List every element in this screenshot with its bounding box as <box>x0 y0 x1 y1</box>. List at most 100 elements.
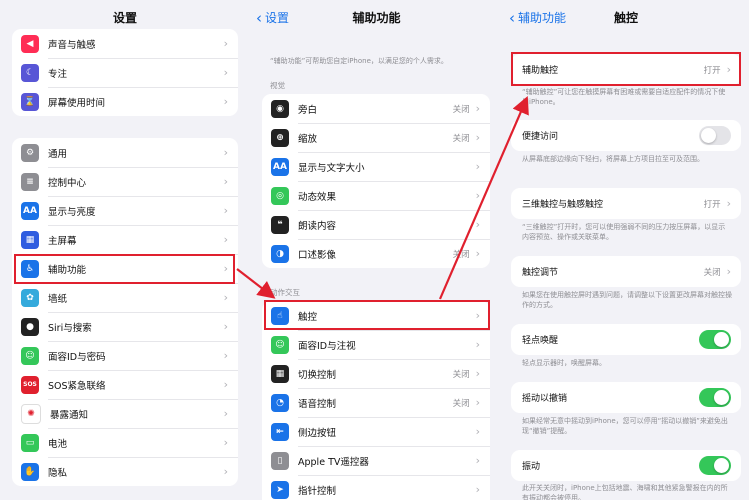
audio-description-icon: ◑ <box>271 244 289 263</box>
voice-control-icon: ◔ <box>271 393 289 412</box>
side-button-icon: ⇤ <box>271 422 289 441</box>
list-item[interactable]: ● Siri与搜索 › <box>12 312 238 341</box>
chevron-right-icon: › <box>223 66 228 79</box>
list-item-label: 旁白 <box>298 104 318 116</box>
chevron-right-icon: › <box>726 265 731 278</box>
list-item-label: 暴露通知 <box>50 409 89 421</box>
list-item[interactable]: ❝ 朗读内容 › <box>262 210 490 239</box>
page-title: 辅助功能 <box>352 11 401 25</box>
nav-bar: ‹ 设置 辅助功能 <box>250 0 503 34</box>
hourglass-icon: ⌛ <box>21 92 39 111</box>
chevron-right-icon: › <box>726 197 731 210</box>
reachability-row: 便捷访问 <box>511 120 741 151</box>
list-item[interactable]: ☺ 面容ID与密码 › <box>12 341 238 370</box>
list-item[interactable]: ◑ 口述影像 关闭 › <box>262 239 490 268</box>
settings-group-2: ⚙ 通用 › ≡ 控制中心 › AA 显示与亮度 › ▦ 主屏幕 › ♿ 辅助功能 › ✿ 墙纸 › ● Siri与搜… <box>12 138 238 486</box>
list-item[interactable]: ☾ 专注 › <box>12 58 238 87</box>
list-item-value: 关闭 <box>452 398 470 409</box>
shake-to-undo-label: 摇动以撤销 <box>522 394 568 404</box>
reachability-toggle[interactable] <box>699 126 731 145</box>
list-item-label: 屏幕使用时间 <box>48 97 106 109</box>
list-item-label: 隐私 <box>48 467 68 479</box>
list-item[interactable]: ⇤ 侧边按钮 › <box>262 417 490 446</box>
haptic-touch-row[interactable]: 三维触控与触感触控 打开 › <box>511 188 741 219</box>
voiceover-icon: ◉ <box>271 99 289 118</box>
pointer-icon: ➤ <box>271 480 289 499</box>
list-item[interactable]: ▯ Apple TV遥控器 › <box>262 446 490 475</box>
chevron-right-icon: › <box>223 378 228 391</box>
switch-control-icon: ▦ <box>271 364 289 383</box>
touch-accommodations-row[interactable]: 触控调节 关闭 › <box>511 256 741 287</box>
moon-icon: ☾ <box>21 63 39 82</box>
chevron-right-icon: › <box>223 349 228 362</box>
list-item[interactable]: ⚙ 通用 › <box>12 138 238 167</box>
list-item[interactable]: ◀ 声音与触感 › <box>12 29 238 58</box>
list-item-value: 关闭 <box>452 133 470 144</box>
list-item[interactable]: ➤ 指针控制 › <box>262 475 490 500</box>
list-item-label: 动态效果 <box>298 191 337 203</box>
shake-to-undo-desc: 如果经常无意中摇动到iPhone，您可以停用“摇动以撤销”来避免出现“撤销”提醒… <box>522 417 728 435</box>
tap-to-wake-row: 轻点唤醒 <box>511 324 741 355</box>
list-item[interactable]: ⌛ 屏幕使用时间 › <box>12 87 238 116</box>
list-item[interactable]: ◎ 动态效果 › <box>262 181 490 210</box>
chevron-right-icon: › <box>223 291 228 304</box>
list-item-label: SOS紧急联络 <box>48 380 106 392</box>
list-item[interactable]: ▦ 切换控制 关闭 › <box>262 359 490 388</box>
list-item[interactable]: AA 显示与亮度 › <box>12 196 238 225</box>
list-item[interactable]: ⊕ 缩放 关闭 › <box>262 123 490 152</box>
touch-accommodations-desc: 如果您在使用触控屏时遇到问题，请调整以下设置更改屏幕对触控操作的方式。 <box>522 291 732 309</box>
touch-accommodations-value: 关闭 <box>703 267 721 278</box>
settings-panel: 设置 ◀ 声音与触感 › ☾ 专注 › ⌛ 屏幕使用时间 › ⚙ 通用 › ≡ 控制中心 › AA 显示与亮度… <box>0 0 250 500</box>
list-item[interactable]: ✿ 墙纸 › <box>12 283 238 312</box>
list-item-label: 主屏幕 <box>48 235 77 247</box>
chevron-right-icon: › <box>223 407 228 420</box>
list-item-label: 通用 <box>48 148 68 160</box>
faceid-icon: ☺ <box>271 335 289 354</box>
chevron-right-icon: › <box>475 218 480 231</box>
motion-icon: ◎ <box>271 186 289 205</box>
zoom-icon: ⊕ <box>271 128 289 147</box>
list-item-label: Siri与搜索 <box>48 322 92 334</box>
chevron-right-icon: › <box>223 204 228 217</box>
settings-group-1: ◀ 声音与触感 › ☾ 专注 › ⌛ 屏幕使用时间 › <box>12 29 238 116</box>
list-item[interactable]: SOS SOS紧急联络 › <box>12 370 238 399</box>
assistive-touch-desc: “辅助触控”可让您在触摸屏幕有困难或需要自适应配件的情况下使用iPhone。 <box>522 88 726 106</box>
list-item[interactable]: ◉ 旁白 关闭 › <box>262 94 490 123</box>
list-item-label: 朗读内容 <box>298 220 337 232</box>
vibration-toggle[interactable] <box>699 456 731 475</box>
sos-icon: SOS <box>21 375 39 394</box>
list-item[interactable]: ◔ 语音控制 关闭 › <box>262 388 490 417</box>
shake-to-undo-row: 摇动以撤销 <box>511 382 741 413</box>
tap-to-wake-toggle[interactable] <box>699 330 731 349</box>
chevron-right-icon: › <box>475 367 480 380</box>
reachability-desc: 从屏幕底部边缘向下轻扫，将屏幕上方项目拉至可及范围。 <box>522 155 704 163</box>
chevron-right-icon: › <box>475 247 480 260</box>
list-item[interactable]: ✺ 暴露通知 › <box>12 399 238 428</box>
chevron-right-icon: › <box>475 396 480 409</box>
list-item[interactable]: ▭ 电池 › <box>12 428 238 457</box>
shake-to-undo-toggle[interactable] <box>699 388 731 407</box>
list-item[interactable]: AA 显示与文字大小 › <box>262 152 490 181</box>
list-item-label: 缩放 <box>298 133 318 145</box>
list-item[interactable]: ≡ 控制中心 › <box>12 167 238 196</box>
list-item-label: 指针控制 <box>298 485 337 497</box>
speech-icon: ❝ <box>271 215 289 234</box>
list-item[interactable]: ☺ 面容ID与注视 › <box>262 330 490 359</box>
speaker-icon: ◀ <box>21 34 39 53</box>
list-item-label: 面容ID与密码 <box>48 351 106 363</box>
list-item-label: Apple TV遥控器 <box>298 456 369 468</box>
list-item-label: 语音控制 <box>298 398 337 410</box>
list-item[interactable]: ▦ 主屏幕 › <box>12 225 238 254</box>
vibration-desc: 此开关关闭时，iPhone上包括地震、海啸和其他紧急警报在内的所有振动都会被停用… <box>522 484 728 500</box>
list-item-label: 墙纸 <box>48 293 68 305</box>
intro-text: “辅助功能”可帮助您自定iPhone，以满足您的个人需求。 <box>270 57 448 65</box>
list-item[interactable]: ✋ 隐私 › <box>12 457 238 486</box>
section-header-vision: 视觉 <box>270 81 285 90</box>
gear-icon: ⚙ <box>21 143 39 162</box>
chevron-right-icon: › <box>475 160 480 173</box>
page-title: 触控 <box>613 11 638 25</box>
chevron-right-icon: › <box>223 37 228 50</box>
list-item-label: 声音与触感 <box>48 39 96 51</box>
touch-accommodations-label: 触控调节 <box>522 268 559 278</box>
exposure-icon: ✺ <box>21 403 41 424</box>
